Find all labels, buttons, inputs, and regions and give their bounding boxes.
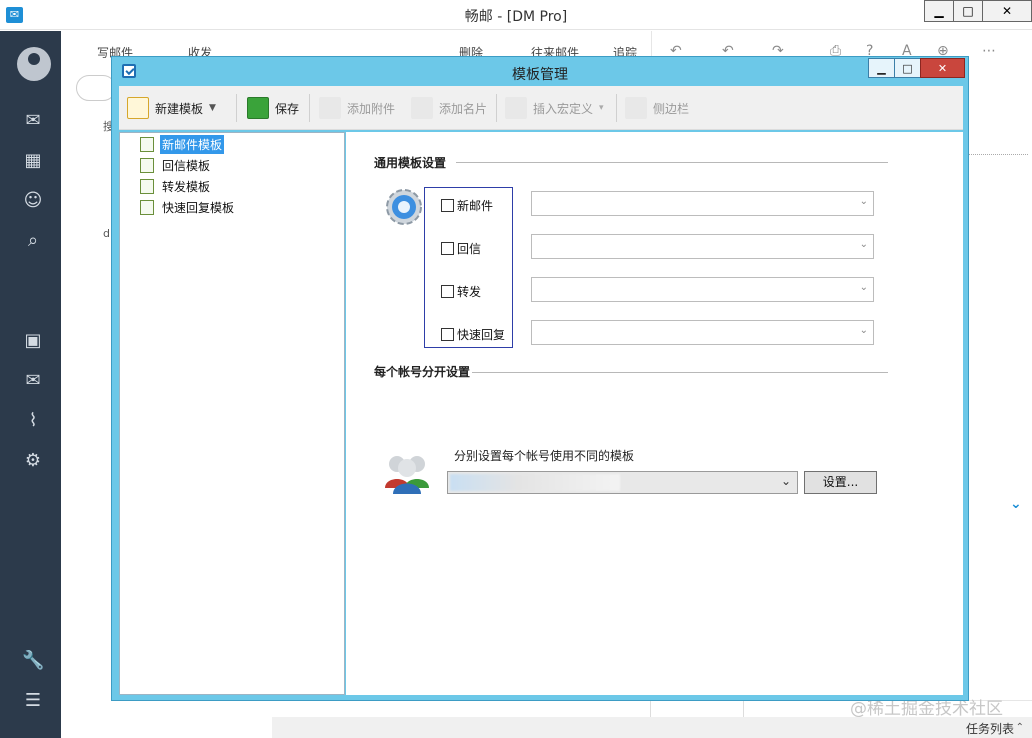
tree-item-label: 转发模板 <box>162 179 211 194</box>
forward-checkbox[interactable]: 转发 <box>441 283 481 300</box>
tree-item-new-mail-template[interactable]: 新邮件模板 <box>140 134 225 154</box>
calendar-icon[interactable]: ▦ <box>22 151 44 171</box>
new-template-label: 新建模板 <box>155 101 204 116</box>
reply-doc-icon <box>140 157 154 173</box>
account-settings-button[interactable]: 设置... <box>804 471 877 494</box>
chevron-down-icon: ⌄ <box>859 325 868 336</box>
new-mail-template-select[interactable]: ⌄ <box>531 191 874 216</box>
user-avatar[interactable] <box>17 47 51 81</box>
chevron-down-icon: ⌄ <box>859 196 868 207</box>
sidebar-icon <box>625 97 647 119</box>
mail-icon[interactable]: ✉ <box>22 111 44 131</box>
business-card-icon <box>411 97 433 119</box>
tree-item-label: 新邮件模板 <box>160 134 225 154</box>
mail-filter-icon[interactable]: ✉ <box>22 371 44 391</box>
new-mail-checkbox[interactable]: 新邮件 <box>441 197 493 214</box>
insert-macro-button[interactable]: 插入宏定义 ▾ <box>505 94 604 122</box>
forward-template-select[interactable]: ⌄ <box>531 277 874 302</box>
per-account-header: 每个帐号分开设置 <box>374 365 471 379</box>
tree-item-forward-template[interactable]: 转发模板 <box>140 176 212 196</box>
general-settings-header: 通用模板设置 <box>374 156 447 170</box>
main-titlebar: ✉ 畅邮 - [DM Pro] ▁ □ ✕ <box>0 0 1032 30</box>
redacted-account <box>450 474 620 491</box>
checkbox-label: 快速回复 <box>457 328 506 342</box>
menu-icon[interactable]: ☰ <box>22 691 44 711</box>
dialog-close-button[interactable]: ✕ <box>920 58 965 78</box>
dialog-title: 模板管理 <box>512 67 568 83</box>
dialog-maximize-button[interactable]: □ <box>894 58 921 78</box>
left-nav-rail: ✉ ▦ ☺ ⌕ ▣ ✉ ⌇ ⚙ 🔧 ☰ <box>0 31 61 738</box>
macro-icon <box>505 97 527 119</box>
divider <box>968 154 1028 155</box>
attachment-icon[interactable]: ⌇ <box>22 411 44 431</box>
checkbox-box[interactable] <box>441 242 454 255</box>
main-maximize-button[interactable]: □ <box>953 0 983 22</box>
dialog-toolbar: 新建模板 ▼ 保存 添加附件 添加名片 插入宏定义 ▾ 侧边栏 <box>119 86 963 130</box>
tools-wrench-icon[interactable]: 🔧 <box>22 651 44 671</box>
per-account-description: 分别设置每个帐号使用不同的模板 <box>454 449 635 463</box>
main-window-title: 畅邮 - [DM Pro] <box>464 9 568 25</box>
status-bar <box>272 717 1032 738</box>
dialog-titlebar[interactable]: 模板管理 ▁ □ ✕ <box>112 57 968 86</box>
forward-doc-icon <box>140 178 154 194</box>
checkbox-label: 新邮件 <box>457 199 494 213</box>
template-manager-dialog: 模板管理 ▁ □ ✕ 新建模板 ▼ 保存 添加附件 添加名片 插入宏定义 ▾ 侧… <box>111 56 969 701</box>
main-minimize-button[interactable]: ▁ <box>924 0 954 22</box>
reply-checkbox[interactable]: 回信 <box>441 240 481 257</box>
save-button[interactable]: 保存 <box>247 94 299 122</box>
checkbox-box[interactable] <box>441 328 454 341</box>
checkbox-label: 转发 <box>457 285 482 299</box>
quick-reply-template-select[interactable]: ⌄ <box>531 320 874 345</box>
tree-item-reply-template[interactable]: 回信模板 <box>140 155 212 175</box>
add-attachment-label: 添加附件 <box>347 101 396 116</box>
save-label: 保存 <box>275 101 300 116</box>
quick-reply-checkbox[interactable]: 快速回复 <box>441 326 505 343</box>
task-list-toggle[interactable]: 任务列表 <box>966 720 1014 737</box>
expand-chevron-icon[interactable]: ⌄ <box>1010 496 1022 512</box>
macro-dropdown-caret-icon[interactable]: ▾ <box>599 103 604 113</box>
contacts-icon[interactable]: ☺ <box>22 191 44 211</box>
insert-macro-label: 插入宏定义 <box>533 101 594 116</box>
new-template-button[interactable]: 新建模板 ▼ <box>127 94 216 122</box>
chevron-down-icon: ⌄ <box>780 474 791 488</box>
sidebar-label: 侧边栏 <box>653 101 690 116</box>
tree-label-account[interactable]: d <box>103 227 110 240</box>
tree-item-label: 快速回复模板 <box>162 200 235 215</box>
reply-template-select[interactable]: ⌄ <box>531 234 874 259</box>
template-settings-panel: 通用模板设置 新邮件 回信 转发 快速回复 ⌄ ⌄ ⌄ ⌄ 每个帐号分开设置 分… <box>346 132 963 695</box>
chevron-down-icon: ⌄ <box>859 239 868 250</box>
dialog-minimize-button[interactable]: ▁ <box>868 58 895 78</box>
search-icon[interactable]: ⌕ <box>22 231 44 251</box>
add-card-button[interactable]: 添加名片 <box>411 94 487 122</box>
gear-icon <box>386 189 422 225</box>
add-card-label: 添加名片 <box>439 101 488 116</box>
background-folder-tree: 搜 d <box>61 110 114 410</box>
caret-up-icon[interactable]: ⌃ <box>1016 722 1024 733</box>
quick-reply-doc-icon <box>140 199 154 215</box>
tree-item-label: 回信模板 <box>162 158 211 173</box>
address-book-icon[interactable]: ▣ <box>22 331 44 351</box>
sidebar-button[interactable]: 侧边栏 <box>625 94 689 122</box>
template-doc-icon <box>140 136 154 152</box>
checkbox-box[interactable] <box>441 199 454 212</box>
chevron-down-icon: ⌄ <box>859 282 868 293</box>
template-type-checkboxes: 新邮件 回信 转发 快速回复 <box>424 187 513 348</box>
checkbox-label: 回信 <box>457 242 482 256</box>
section-divider <box>456 162 888 163</box>
template-tree: 新邮件模板 回信模板 转发模板 快速回复模板 <box>119 132 345 695</box>
tree-item-quick-reply-template[interactable]: 快速回复模板 <box>140 197 236 217</box>
dropdown-caret-icon[interactable]: ▼ <box>209 103 216 113</box>
checkbox-box[interactable] <box>441 285 454 298</box>
more-icon[interactable]: ⋯ <box>982 43 996 59</box>
account-select[interactable]: ⌄ <box>447 471 798 494</box>
paperclip-icon <box>319 97 341 119</box>
section-divider <box>472 372 888 373</box>
new-template-icon <box>127 97 149 119</box>
add-attachment-button[interactable]: 添加附件 <box>319 94 395 122</box>
users-group-icon <box>385 456 429 494</box>
background-search-input[interactable] <box>76 75 116 101</box>
save-floppy-icon <box>247 97 269 119</box>
main-close-button[interactable]: ✕ <box>982 0 1032 22</box>
settings-gear-icon[interactable]: ⚙ <box>22 451 44 471</box>
